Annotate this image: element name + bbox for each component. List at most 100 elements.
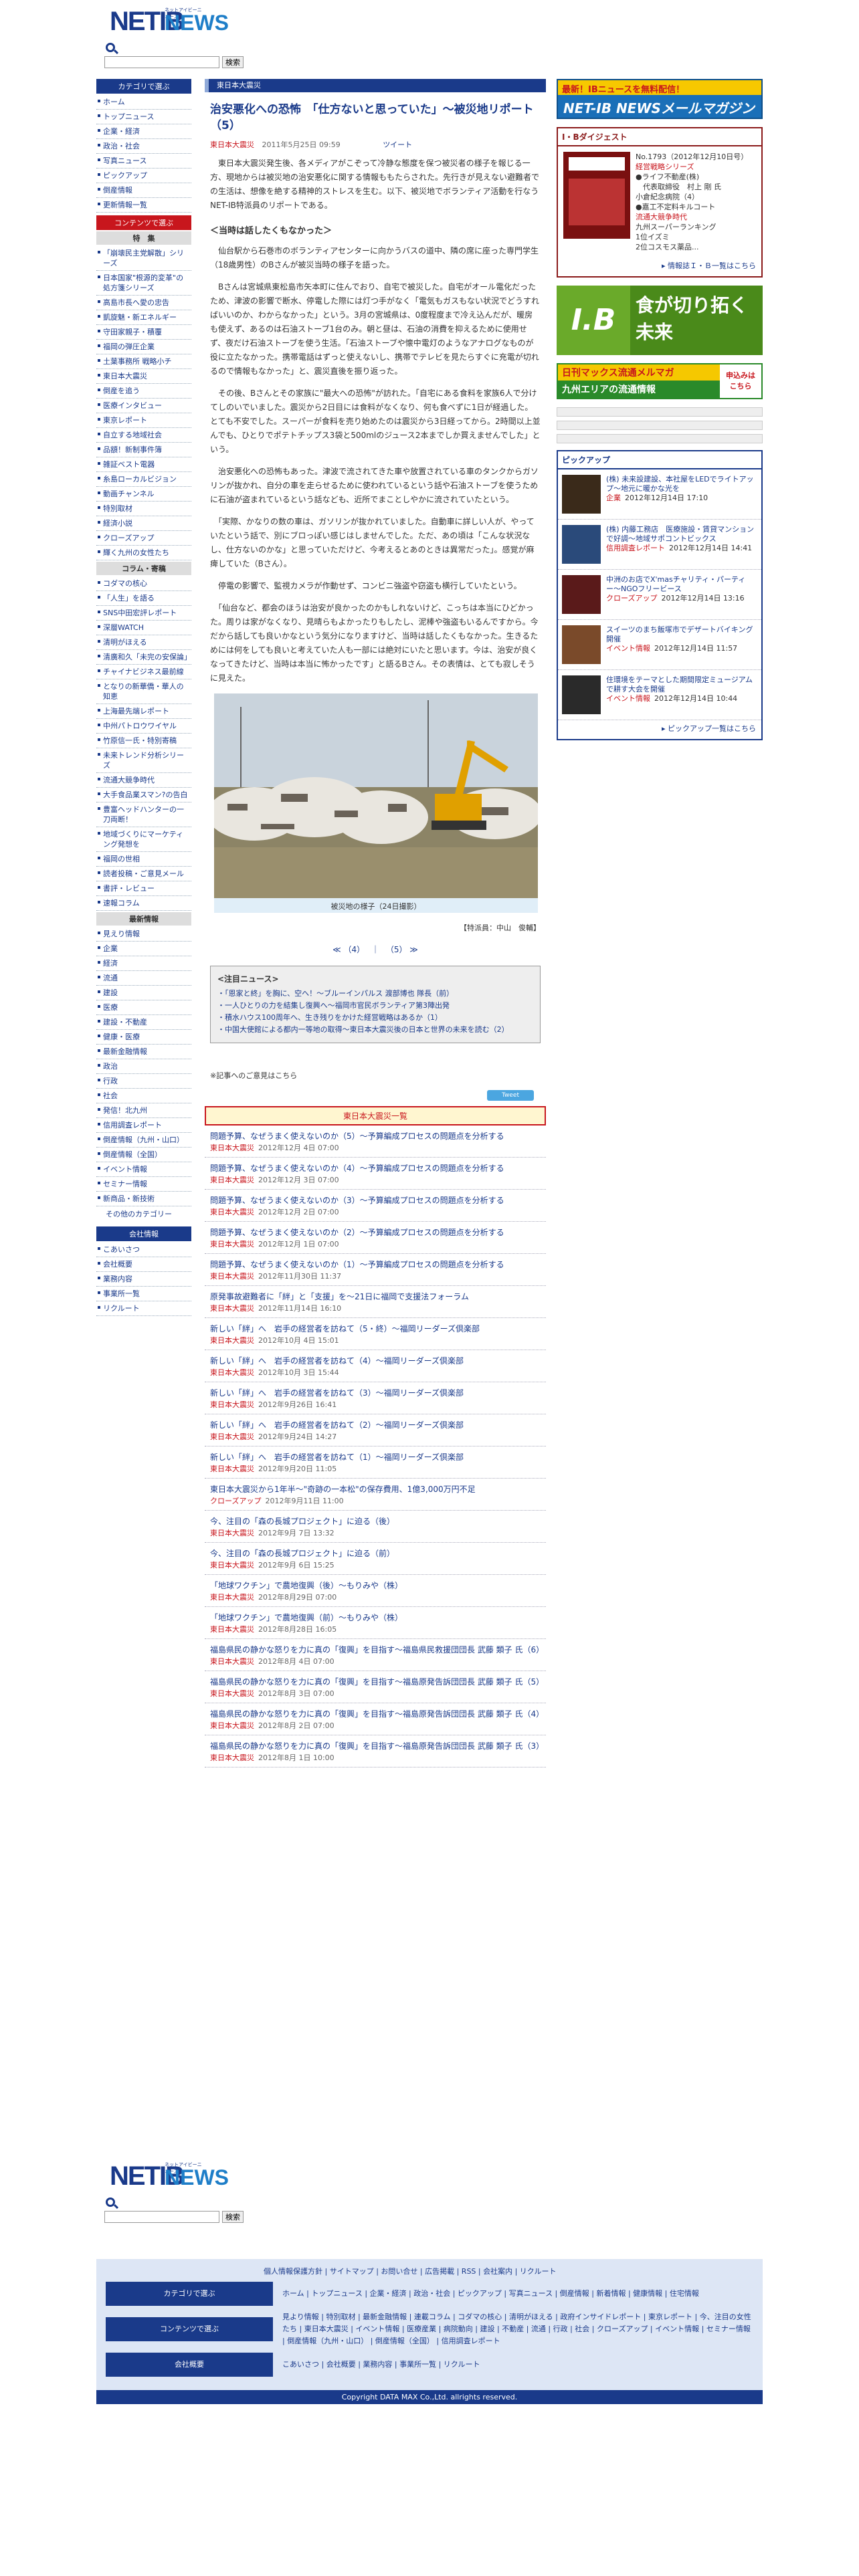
related-article-title[interactable]: 今、注目の「森の長城プロジェクト」に迫る（前） (210, 1548, 541, 1560)
pickup-title[interactable]: (株) 未来設建設、本社屋をLEDでライトアップ〜地元に暖かな光を (606, 475, 754, 493)
related-article-title[interactable]: 新しい「絆」へ 岩手の経営者を訪ねて（4）〜福岡リーダーズ倶楽部 (210, 1356, 541, 1367)
related-article-category[interactable]: 東日本大震災 (210, 1272, 254, 1281)
related-article-category[interactable]: 東日本大震災 (210, 1240, 254, 1249)
related-article-category[interactable]: 東日本大震災 (210, 1657, 254, 1666)
nav-company-item[interactable]: リクルート (96, 1301, 191, 1316)
related-article-title[interactable]: 「地球ワクチン」で農地復興（後）〜もりみや（株） (210, 1580, 541, 1592)
nav-column-item[interactable]: 「人生」を語る (96, 591, 191, 606)
related-article-title[interactable]: 問題予算、なぜうまく使えないのか（5）〜予算編成プロセスの問題点を分析する (210, 1131, 541, 1142)
nav-special-item[interactable]: クローズアップ (96, 531, 191, 546)
nav-category-item[interactable]: 倒産情報 (96, 183, 191, 198)
footer-company-links[interactable]: こあいさつ | 会社概要 | 業務内容 | 事業所一覧 | リクルート (273, 2359, 480, 2371)
related-article-title[interactable]: 新しい「絆」へ 岩手の経営者を訪ねて（3）〜福岡リーダーズ倶楽部 (210, 1388, 541, 1399)
related-article-title[interactable]: 新しい「絆」へ 岩手の経営者を訪ねて（5・終）〜福岡リーダーズ倶楽部 (210, 1323, 541, 1335)
ib-digest-line[interactable]: 流通大競争時代 (636, 212, 748, 222)
pickup-category[interactable]: イベント情報 (606, 694, 650, 703)
nav-special-item[interactable]: 守田家親子・積覆 (96, 325, 191, 340)
related-article-title[interactable]: 新しい「絆」へ 岩手の経営者を訪ねて（1）〜福岡リーダーズ倶楽部 (210, 1452, 541, 1463)
nav-latest-item[interactable]: 最新金融情報 (96, 1045, 191, 1059)
related-article-title[interactable]: 問題予算、なぜうまく使えないのか（4）〜予算編成プロセスの問題点を分析する (210, 1163, 541, 1174)
nav-latest-item[interactable]: 見えり情報 (96, 927, 191, 942)
nav-column-item[interactable]: 上海最先端レポート (96, 704, 191, 719)
nav-latest-item[interactable]: 建設 (96, 986, 191, 1000)
related-article-category[interactable]: 東日本大震災 (210, 1432, 254, 1441)
related-article-category[interactable]: 東日本大震災 (210, 1529, 254, 1537)
article-category-link[interactable]: 東日本大震災 (210, 140, 254, 149)
nav-column-item[interactable]: 竹原信一氏・特別寄稿 (96, 734, 191, 748)
nav-latest-item[interactable]: 政治 (96, 1059, 191, 1074)
pager-next[interactable]: ≫ (409, 945, 418, 954)
nav-special-item[interactable]: 凱旋魅・新エネルギー (96, 310, 191, 325)
related-article-category[interactable]: 東日本大震災 (210, 1753, 254, 1762)
related-article-category[interactable]: 東日本大震災 (210, 1336, 254, 1345)
related-article-title[interactable]: 問題予算、なぜうまく使えないのか（1）〜予算編成プロセスの問題点を分析する (210, 1259, 541, 1271)
nav-column-item[interactable]: 清明がほえる (96, 635, 191, 650)
related-article-title[interactable]: 福島県民の静かな怒りを力に真の「復興」を目指す〜福島原発告訴団団長 武藤 類子 … (210, 1709, 544, 1720)
pickup-category[interactable]: 信用調査レポート (606, 544, 665, 552)
pickup-more-link[interactable]: ▸ ピックアップ一覧はこちら (558, 720, 761, 739)
footer-content-links[interactable]: 見より情報 | 特別取材 | 最新金融情報 | 連載コラム | コダマの核心 |… (273, 2311, 753, 2347)
footer-top-links[interactable]: 個人情報保護方針 | サイトマップ | お問い合せ | 広告掲載 | RSS |… (96, 2266, 763, 2276)
related-article-title[interactable]: 新しい「絆」へ 岩手の経営者を訪ねて（2）〜福岡リーダーズ倶楽部 (210, 1420, 541, 1431)
nav-column-item[interactable]: 清廣和久「未完の安保論」 (96, 650, 191, 665)
pickup-item[interactable]: (株) 内藤工務店 医療施設・賃貸マンションで好調〜地域サポコントビックス 信用調… (558, 520, 761, 570)
nav-category-item[interactable]: 企業・経済 (96, 124, 191, 139)
nav-latest-item[interactable]: セミナー情報 (96, 1177, 191, 1192)
nav-special-item[interactable]: 福岡の弾圧企業 (96, 340, 191, 354)
nav-category-item[interactable]: 政治・社会 (96, 139, 191, 154)
nav-column-item[interactable]: コダマの核心 (96, 576, 191, 591)
nav-latest-item[interactable]: 流通 (96, 971, 191, 986)
nav-special-item[interactable]: 特別取材 (96, 502, 191, 516)
nav-special-item[interactable]: 日本国家"根源的変革"の処方箋シリーズ (96, 271, 191, 296)
featured-news-link[interactable]: ・中国大使館による都内一等地の取得〜東日本大震災後の日本と世界の未来を読む（2） (217, 1024, 533, 1036)
pickup-title[interactable]: (株) 内藤工務店 医療施設・賃貸マンションで好調〜地域サポコントビックス (606, 525, 754, 543)
related-article-category[interactable]: 東日本大震災 (210, 1208, 254, 1216)
nav-company-item[interactable]: 会社概要 (96, 1257, 191, 1272)
pickup-title[interactable]: 住環境をテーマとした期間限定ミュージアムで耕す大会を開催 (606, 675, 753, 693)
nav-column-item[interactable]: チャイナビジネス最前線 (96, 665, 191, 679)
search-button[interactable]: 検索 (222, 56, 244, 68)
nav-company-item[interactable]: 業務内容 (96, 1272, 191, 1287)
related-article-category[interactable]: 東日本大震災 (210, 1689, 254, 1698)
pickup-thumbnail[interactable] (562, 475, 601, 514)
related-article-title[interactable]: 東日本大震災から1年半〜"奇跡の一本松"の保存費用、1億3,000万円不足 (210, 1484, 541, 1495)
related-article-category[interactable]: クローズアップ (210, 1497, 261, 1505)
featured-news-link[interactable]: ・「恩家と終」を胸に、空へ！〜ブルーインパルス 渡部博也 隊長（前） (217, 988, 533, 1000)
pickup-title[interactable]: スイーツのまち飯塚市でデザートバイキング開催 (606, 625, 753, 643)
nav-general-item[interactable]: 書評・レビュー (96, 881, 191, 896)
pickup-category[interactable]: 企業 (606, 494, 621, 502)
related-article-title[interactable]: 福島県民の静かな怒りを力に真の「復興」を目指す〜福島県民救援団団長 武藤 類子 … (210, 1644, 544, 1656)
related-article-title[interactable]: 原発事故避難者に「絆」と「支援」を〜21日に福岡で支援法フォーラム (210, 1291, 541, 1303)
nav-category-item[interactable]: ホーム (96, 95, 191, 110)
nav-column-item[interactable]: 福岡の世相 (96, 852, 191, 867)
nav-special-item[interactable]: 品額！新制事件簿 (96, 443, 191, 457)
nav-column-item[interactable]: 深層WATCH (96, 621, 191, 635)
related-article-title[interactable]: 「地球ワクチン」で農地復興（前）〜もりみや（株） (210, 1612, 541, 1624)
nav-column-item[interactable]: 未来トレンド分析シリーズ (96, 748, 191, 773)
footer-search-input[interactable] (104, 2211, 219, 2223)
nav-latest-item[interactable]: 社会 (96, 1089, 191, 1103)
nav-special-item[interactable]: 高島市長へ愛の忠告 (96, 296, 191, 310)
nav-special-item[interactable]: 経済小説 (96, 516, 191, 531)
featured-news-link[interactable]: ・一人ひとりの力を結集し復興へ〜福岡市官民ボランティア第3陣出発 (217, 1000, 533, 1012)
nav-latest-item[interactable]: 倒産情報（全国） (96, 1148, 191, 1162)
nav-company-item[interactable]: 事業所一覧 (96, 1287, 191, 1301)
pickup-thumbnail[interactable] (562, 575, 601, 614)
footer-search-button[interactable]: 検索 (222, 2211, 244, 2223)
nav-special-item[interactable]: 東日本大震災 (96, 369, 191, 384)
nav-special-item[interactable]: 雑証ベスト電器 (96, 457, 191, 472)
nav-column-item[interactable]: 地域づくりにマーケティング発想を (96, 827, 191, 852)
site-logo[interactable]: NETIB ネットアイビーニュース NEWS (110, 5, 229, 37)
opinion-link[interactable]: ※記事へのご意見はこちら (205, 1043, 546, 1090)
nav-column-item[interactable]: 読者投稿・ご意見メール (96, 867, 191, 881)
related-article-category[interactable]: 東日本大震災 (210, 1304, 254, 1313)
footer-logo[interactable]: NETIB ネットアイビーニュース NEWS (110, 2160, 229, 2192)
nav-special-item[interactable]: 輝く九州の女性たち (96, 546, 191, 560)
nav-special-item[interactable]: 自立する地域社会 (96, 428, 191, 443)
related-article-category[interactable]: 東日本大震災 (210, 1368, 254, 1377)
nav-latest-item[interactable]: 行政 (96, 1074, 191, 1089)
ib-digest-line[interactable]: 経営戦略シリーズ (636, 162, 748, 172)
nav-latest-item[interactable]: イベント情報 (96, 1162, 191, 1177)
ryutsu-mailmag-banner[interactable]: 日刊マックス流通メルマガ 九州エリアの流通情報 申込みはこちら (557, 363, 763, 399)
tweet-button[interactable]: ツイート (383, 140, 412, 149)
